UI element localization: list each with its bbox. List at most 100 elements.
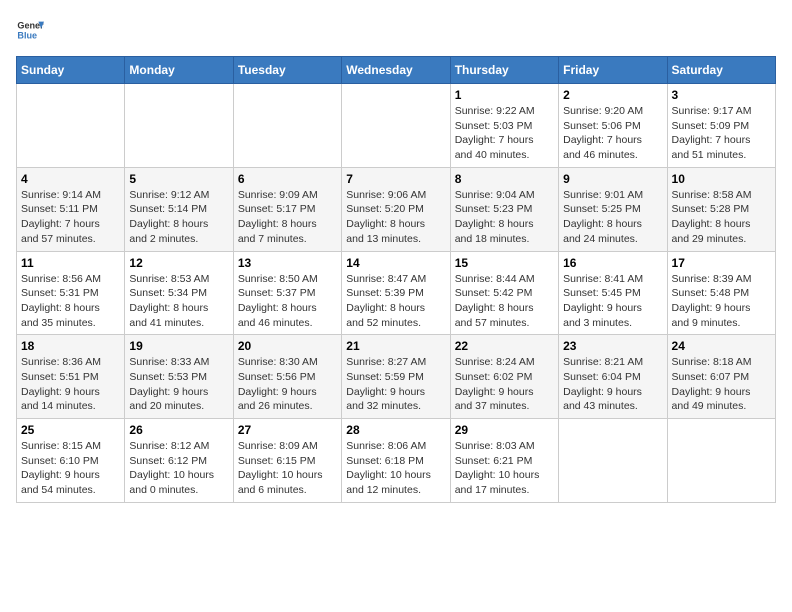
day-info: Sunrise: 8:06 AM Sunset: 6:18 PM Dayligh… — [346, 439, 445, 498]
day-info: Sunrise: 9:09 AM Sunset: 5:17 PM Dayligh… — [238, 188, 337, 247]
calendar-cell: 7Sunrise: 9:06 AM Sunset: 5:20 PM Daylig… — [342, 167, 450, 251]
day-number: 26 — [129, 423, 228, 437]
calendar-cell: 25 Sunrise: 8:15 AM Sunset: 6:10 PM Dayli… — [17, 419, 125, 503]
calendar-week-2: 4 Sunrise: 9:14 AM Sunset: 5:11 PM Daylig… — [17, 167, 776, 251]
day-info: Sunrise: 9:22 AM Sunset: 5:03 PM Dayligh… — [455, 104, 554, 163]
calendar-cell: 16 Sunrise: 8:41 AM Sunset: 5:45 PM Dayli… — [559, 251, 667, 335]
day-info: Sunrise: 8:15 AM Sunset: 6:10 PM Dayligh… — [21, 439, 120, 498]
weekday-header-monday: Monday — [125, 57, 233, 84]
day-number: 3 — [672, 88, 771, 102]
day-number: 13 — [238, 256, 337, 270]
calendar-cell: 3 Sunrise: 9:17 AM Sunset: 5:09 PM Daylig… — [667, 84, 775, 168]
day-info: Sunrise: 8:50 AM Sunset: 5:37 PM Dayligh… — [238, 272, 337, 331]
calendar-cell: 28 Sunrise: 8:06 AM Sunset: 6:18 PM Dayli… — [342, 419, 450, 503]
day-info: Sunrise: 8:47 AM Sunset: 5:39 PM Dayligh… — [346, 272, 445, 331]
day-number: 2 — [563, 88, 662, 102]
weekday-header-row: SundayMondayTuesdayWednesdayThursdayFrid… — [17, 57, 776, 84]
calendar-cell: 27 Sunrise: 8:09 AM Sunset: 6:15 PM Dayli… — [233, 419, 341, 503]
day-info: Sunrise: 8:12 AM Sunset: 6:12 PM Dayligh… — [129, 439, 228, 498]
day-info: Sunrise: 8:24 AM Sunset: 6:02 PM Dayligh… — [455, 355, 554, 414]
svg-text:Blue: Blue — [17, 30, 37, 40]
day-info: Sunrise: 8:41 AM Sunset: 5:45 PM Dayligh… — [563, 272, 662, 331]
logo-icon: General Blue — [16, 16, 44, 44]
day-info: Sunrise: 8:44 AM Sunset: 5:42 PM Dayligh… — [455, 272, 554, 331]
day-info: Sunrise: 8:03 AM Sunset: 6:21 PM Dayligh… — [455, 439, 554, 498]
day-number: 14 — [346, 256, 445, 270]
weekday-header-tuesday: Tuesday — [233, 57, 341, 84]
day-info: Sunrise: 8:39 AM Sunset: 5:48 PM Dayligh… — [672, 272, 771, 331]
day-info: Sunrise: 8:56 AM Sunset: 5:31 PM Dayligh… — [21, 272, 120, 331]
calendar-cell: 26 Sunrise: 8:12 AM Sunset: 6:12 PM Dayli… — [125, 419, 233, 503]
calendar-cell: 8 Sunrise: 9:04 AM Sunset: 5:23 PM Daylig… — [450, 167, 558, 251]
calendar-week-1: 1Sunrise: 9:22 AM Sunset: 5:03 PM Daylig… — [17, 84, 776, 168]
day-info: Sunrise: 8:27 AM Sunset: 5:59 PM Dayligh… — [346, 355, 445, 414]
day-number: 17 — [672, 256, 771, 270]
calendar-cell: 12 Sunrise: 8:53 AM Sunset: 5:34 PM Dayli… — [125, 251, 233, 335]
calendar-cell: 14 Sunrise: 8:47 AM Sunset: 5:39 PM Dayli… — [342, 251, 450, 335]
day-number: 12 — [129, 256, 228, 270]
day-number: 16 — [563, 256, 662, 270]
weekday-header-sunday: Sunday — [17, 57, 125, 84]
day-number: 27 — [238, 423, 337, 437]
day-info: Sunrise: 8:21 AM Sunset: 6:04 PM Dayligh… — [563, 355, 662, 414]
calendar-cell: 4 Sunrise: 9:14 AM Sunset: 5:11 PM Daylig… — [17, 167, 125, 251]
weekday-header-saturday: Saturday — [667, 57, 775, 84]
day-info: Sunrise: 8:36 AM Sunset: 5:51 PM Dayligh… — [21, 355, 120, 414]
calendar-week-3: 11 Sunrise: 8:56 AM Sunset: 5:31 PM Dayli… — [17, 251, 776, 335]
day-info: Sunrise: 9:17 AM Sunset: 5:09 PM Dayligh… — [672, 104, 771, 163]
day-number: 11 — [21, 256, 120, 270]
calendar-cell: 23 Sunrise: 8:21 AM Sunset: 6:04 PM Dayli… — [559, 335, 667, 419]
day-number: 28 — [346, 423, 445, 437]
day-number: 10 — [672, 172, 771, 186]
calendar-cell — [233, 84, 341, 168]
calendar-cell — [559, 419, 667, 503]
day-info: Sunrise: 8:09 AM Sunset: 6:15 PM Dayligh… — [238, 439, 337, 498]
day-info: Sunrise: 9:12 AM Sunset: 5:14 PM Dayligh… — [129, 188, 228, 247]
calendar-cell — [125, 84, 233, 168]
day-number: 5 — [129, 172, 228, 186]
day-info: Sunrise: 9:01 AM Sunset: 5:25 PM Dayligh… — [563, 188, 662, 247]
day-number: 4 — [21, 172, 120, 186]
day-info: Sunrise: 8:18 AM Sunset: 6:07 PM Dayligh… — [672, 355, 771, 414]
calendar-cell: 9Sunrise: 9:01 AM Sunset: 5:25 PM Daylig… — [559, 167, 667, 251]
day-number: 8 — [455, 172, 554, 186]
day-number: 18 — [21, 339, 120, 353]
calendar-table: SundayMondayTuesdayWednesdayThursdayFrid… — [16, 56, 776, 503]
weekday-header-wednesday: Wednesday — [342, 57, 450, 84]
calendar-cell: 15Sunrise: 8:44 AM Sunset: 5:42 PM Dayli… — [450, 251, 558, 335]
day-info: Sunrise: 9:04 AM Sunset: 5:23 PM Dayligh… — [455, 188, 554, 247]
logo: General Blue — [16, 16, 48, 44]
calendar-cell — [17, 84, 125, 168]
calendar-week-4: 18 Sunrise: 8:36 AM Sunset: 5:51 PM Dayli… — [17, 335, 776, 419]
day-number: 23 — [563, 339, 662, 353]
calendar-cell — [342, 84, 450, 168]
day-info: Sunrise: 8:33 AM Sunset: 5:53 PM Dayligh… — [129, 355, 228, 414]
day-number: 29 — [455, 423, 554, 437]
day-info: Sunrise: 9:14 AM Sunset: 5:11 PM Dayligh… — [21, 188, 120, 247]
day-number: 25 — [21, 423, 120, 437]
calendar-cell: 5 Sunrise: 9:12 AM Sunset: 5:14 PM Daylig… — [125, 167, 233, 251]
day-number: 24 — [672, 339, 771, 353]
day-number: 21 — [346, 339, 445, 353]
calendar-cell: 10 Sunrise: 8:58 AM Sunset: 5:28 PM Dayli… — [667, 167, 775, 251]
day-number: 19 — [129, 339, 228, 353]
day-info: Sunrise: 9:20 AM Sunset: 5:06 PM Dayligh… — [563, 104, 662, 163]
day-number: 6 — [238, 172, 337, 186]
day-info: Sunrise: 8:30 AM Sunset: 5:56 PM Dayligh… — [238, 355, 337, 414]
calendar-cell: 24 Sunrise: 8:18 AM Sunset: 6:07 PM Dayli… — [667, 335, 775, 419]
calendar-cell: 1Sunrise: 9:22 AM Sunset: 5:03 PM Daylig… — [450, 84, 558, 168]
calendar-cell: 13 Sunrise: 8:50 AM Sunset: 5:37 PM Dayli… — [233, 251, 341, 335]
calendar-cell: 17 Sunrise: 8:39 AM Sunset: 5:48 PM Dayli… — [667, 251, 775, 335]
day-info: Sunrise: 8:53 AM Sunset: 5:34 PM Dayligh… — [129, 272, 228, 331]
calendar-cell: 22 Sunrise: 8:24 AM Sunset: 6:02 PM Dayli… — [450, 335, 558, 419]
calendar-cell: 29 Sunrise: 8:03 AM Sunset: 6:21 PM Dayli… — [450, 419, 558, 503]
calendar-cell: 21 Sunrise: 8:27 AM Sunset: 5:59 PM Dayli… — [342, 335, 450, 419]
weekday-header-thursday: Thursday — [450, 57, 558, 84]
calendar-cell: 18 Sunrise: 8:36 AM Sunset: 5:51 PM Dayli… — [17, 335, 125, 419]
day-info: Sunrise: 8:58 AM Sunset: 5:28 PM Dayligh… — [672, 188, 771, 247]
day-number: 22 — [455, 339, 554, 353]
weekday-header-friday: Friday — [559, 57, 667, 84]
calendar-cell: 20Sunrise: 8:30 AM Sunset: 5:56 PM Dayli… — [233, 335, 341, 419]
calendar-week-5: 25 Sunrise: 8:15 AM Sunset: 6:10 PM Dayli… — [17, 419, 776, 503]
calendar-cell: 2 Sunrise: 9:20 AM Sunset: 5:06 PM Daylig… — [559, 84, 667, 168]
